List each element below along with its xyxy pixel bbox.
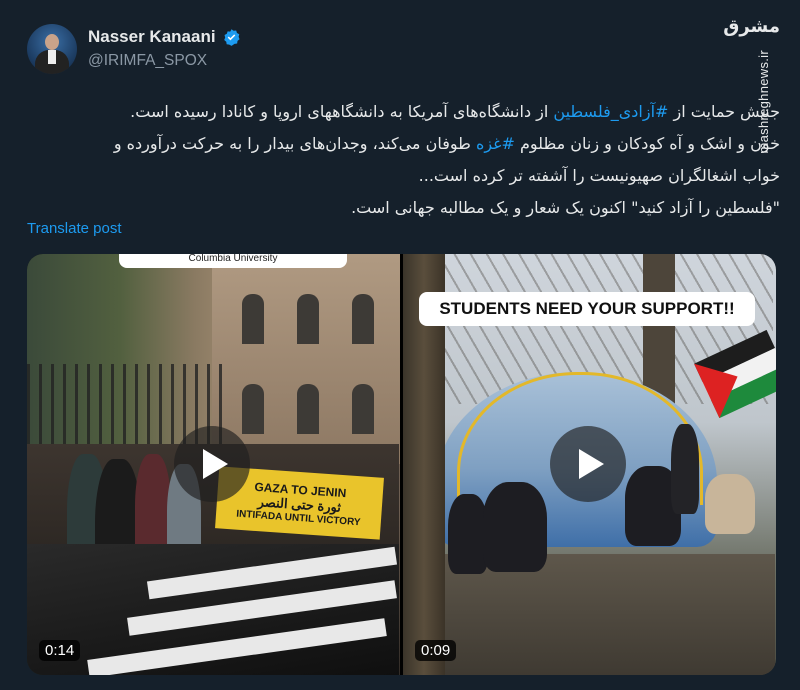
translate-post-link[interactable]: Translate post — [27, 220, 122, 237]
avatar-figure-head — [45, 34, 59, 50]
building-window — [242, 294, 264, 344]
media-grid: GAZA TO JENIN ثورة حتى النصر INTIFADA UN… — [27, 254, 776, 675]
verified-badge-icon — [223, 28, 240, 46]
post-line-4: "فلسطین را آزاد کنید" اکنون یک شعار و یک… — [351, 198, 780, 217]
play-icon — [202, 449, 228, 479]
author-handle[interactable]: @IRIMFA_SPOX — [88, 52, 207, 70]
post-line-1: جنبش حمایت از #آزادی_فلسطین از دانشگاه‌ه… — [130, 102, 780, 121]
play-button[interactable] — [550, 426, 626, 502]
video-duration: 0:14 — [39, 640, 81, 661]
video-tent-camp[interactable]: STUDENTS NEED YOUR SUPPORT!! 0:09 — [403, 254, 776, 675]
building-window — [352, 384, 374, 434]
avatar-figure-shirt — [48, 50, 56, 64]
student-figure — [705, 474, 755, 534]
building-window — [352, 294, 374, 344]
post-line-2: خون و اشک و آه کودکان و زنان مظلوم #غزه … — [113, 134, 780, 153]
student-figure — [483, 482, 547, 572]
author-avatar[interactable] — [27, 24, 77, 74]
building-window — [297, 384, 319, 434]
video-scene-street — [27, 544, 399, 675]
video-overlay-text: STUDENTS NEED YOUR SUPPORT!! — [419, 292, 755, 326]
hashtag-azadi-felestin[interactable]: #آزادی_فلسطین — [553, 102, 668, 121]
building-window — [242, 384, 264, 434]
author-name[interactable]: Nasser Kanaani — [88, 27, 216, 47]
watermark-logo: مشرق — [723, 16, 780, 37]
video-scene-building — [212, 254, 400, 464]
student-figure — [671, 424, 699, 514]
post-text: جنبش حمایت از #آزادی_فلسطین از دانشگاه‌ه… — [60, 96, 780, 224]
author-name-row[interactable]: Nasser Kanaani — [88, 27, 241, 47]
play-icon — [578, 449, 604, 479]
video-top-caption: Columbia University — [119, 254, 347, 268]
hashtag-ghaza[interactable]: #غزه — [476, 134, 515, 153]
video-protest-march[interactable]: GAZA TO JENIN ثورة حتى النصر INTIFADA UN… — [27, 254, 400, 675]
post-line-3: خواب اشغالگران صهیونیست را آشفته تر کرده… — [418, 166, 780, 185]
play-button[interactable] — [174, 426, 250, 502]
student-figure — [448, 494, 488, 574]
building-window — [297, 294, 319, 344]
video-duration: 0:09 — [415, 640, 457, 661]
